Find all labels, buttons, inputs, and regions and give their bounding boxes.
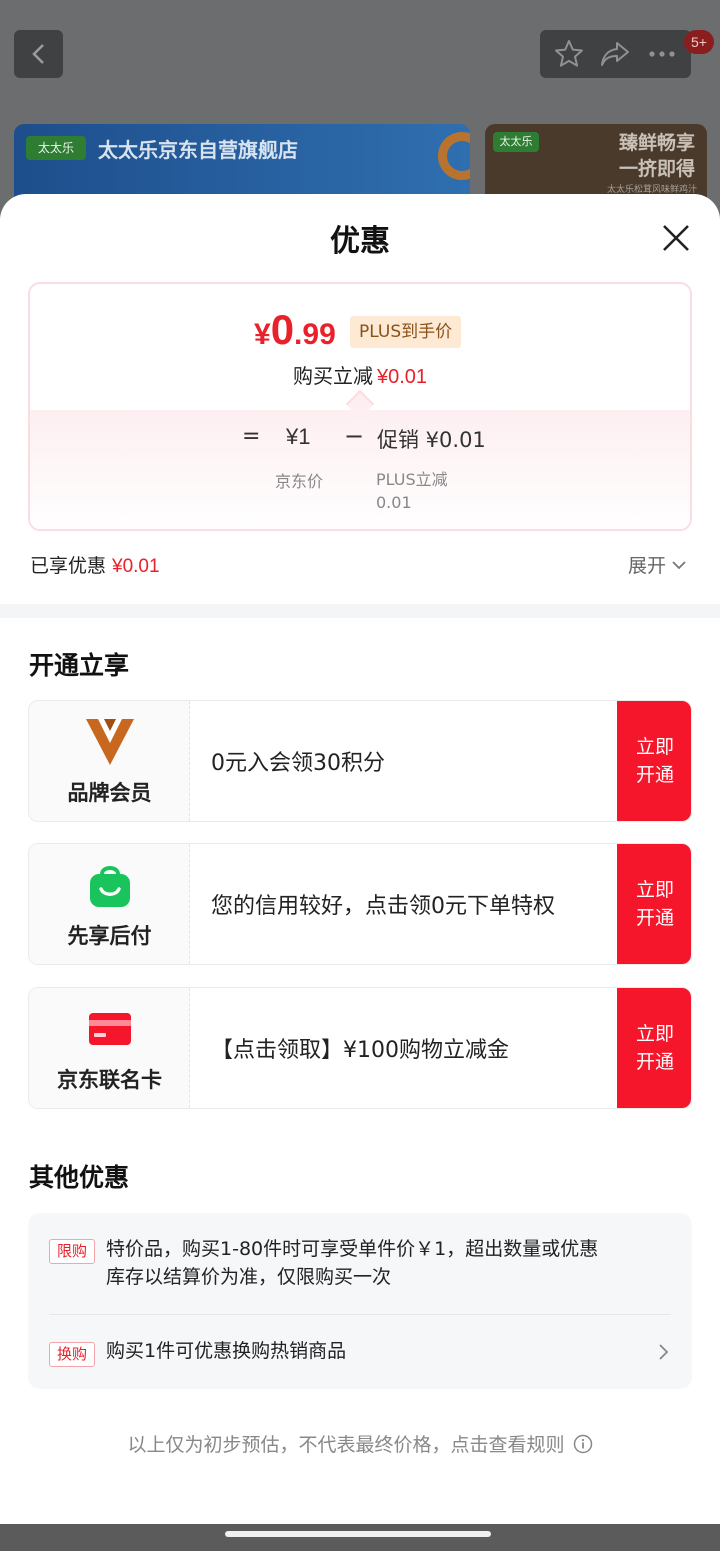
home-indicator[interactable] bbox=[225, 1531, 491, 1537]
other-discounts: 限购 特价品，购买1-80件时可享受单件价￥1，超出数量或优惠 库存以结算价为准，… bbox=[28, 1213, 692, 1389]
exchange-description[interactable]: 购买1件可优惠换购热销商品 bbox=[106, 1337, 346, 1365]
open-section-title: 开通立享 bbox=[29, 651, 130, 680]
card-name: 京东联名卡 bbox=[57, 1068, 162, 1092]
credit-card-icon bbox=[88, 1013, 131, 1045]
system-nav-bar bbox=[0, 1524, 720, 1551]
chevron-left-icon bbox=[31, 44, 44, 64]
minus-sign: − bbox=[344, 422, 365, 450]
price-breakdown-card: ¥0.99 PLUS到手价 购买立减 ¥0.01 = ¥1 − 促销 ¥0.01 … bbox=[28, 282, 692, 531]
more-icon[interactable] bbox=[646, 38, 678, 70]
star-icon[interactable] bbox=[553, 38, 585, 70]
card-description: 【点击领取】¥100购物立减金 bbox=[211, 1038, 509, 1063]
co-branded-card[interactable]: 京东联名卡 【点击领取】¥100购物立减金 立即 开通 bbox=[28, 987, 692, 1109]
final-price: ¥0.99 bbox=[254, 306, 336, 353]
promo-value: 促销 ¥0.01 bbox=[377, 428, 486, 452]
close-icon bbox=[663, 225, 689, 251]
close-button[interactable] bbox=[656, 218, 696, 258]
promo-headline: 臻鲜畅享 一挤即得 bbox=[618, 132, 695, 180]
card-name: 品牌会员 bbox=[67, 781, 152, 805]
jd-price-label: 京东价 bbox=[275, 472, 324, 491]
rules-footnote[interactable]: 以上仅为初步预估，不代表最终价格，点击查看规则 bbox=[0, 1430, 720, 1457]
message-count-badge: 5+ bbox=[684, 30, 714, 54]
enjoyed-discount: 已享优惠 ¥0.01 bbox=[30, 555, 160, 577]
share-icon[interactable] bbox=[599, 38, 631, 70]
promo-logo: 太太乐 bbox=[493, 132, 539, 152]
shopping-bag-icon bbox=[89, 866, 130, 907]
brand-member-icon bbox=[85, 719, 134, 765]
card-description: 您的信用较好，点击领0元下单特权 bbox=[211, 894, 555, 919]
limit-description: 特价品，购买1-80件时可享受单件价￥1，超出数量或优惠 库存以结算价为准，仅限购… bbox=[106, 1238, 599, 1288]
open-now-button[interactable]: 立即 开通 bbox=[617, 988, 691, 1108]
brand-member-card[interactable]: 品牌会员 0元入会领30积分 立即 开通 bbox=[28, 700, 692, 822]
expand-button[interactable]: 展开 bbox=[628, 551, 686, 578]
topbar-actions bbox=[540, 30, 691, 78]
store-logo: 太太乐 bbox=[26, 136, 86, 160]
section-divider bbox=[0, 604, 720, 618]
chevron-down-icon bbox=[672, 560, 686, 569]
open-now-button[interactable]: 立即 开通 bbox=[617, 844, 691, 964]
discount-sheet: 优惠 ¥0.99 PLUS到手价 购买立减 ¥0.01 = ¥1 − 促销 ¥0.… bbox=[0, 194, 720, 1524]
exchange-tag: 换购 bbox=[49, 1342, 95, 1367]
card-description: 0元入会领30积分 bbox=[211, 751, 385, 776]
plus-price-tag: PLUS到手价 bbox=[350, 316, 462, 348]
equals-sign: = bbox=[242, 424, 261, 449]
store-name: 太太乐京东自营旗舰店 bbox=[98, 138, 298, 162]
back-button[interactable] bbox=[14, 30, 63, 78]
card-name: 先享后付 bbox=[67, 924, 152, 948]
purchase-reduction: 购买立减 ¥0.01 bbox=[292, 364, 428, 388]
open-now-button[interactable]: 立即 开通 bbox=[617, 701, 691, 821]
info-icon bbox=[573, 1434, 592, 1453]
sheet-title: 优惠 bbox=[330, 224, 390, 259]
row-divider bbox=[49, 1314, 671, 1315]
lifebuoy-decoration bbox=[438, 132, 470, 180]
limit-tag: 限购 bbox=[49, 1239, 95, 1264]
other-section-title: 其他优惠 bbox=[29, 1163, 130, 1192]
chevron-right-icon[interactable] bbox=[656, 1343, 670, 1361]
pay-later-card[interactable]: 先享后付 您的信用较好，点击领0元下单特权 立即 开通 bbox=[28, 843, 692, 965]
price-formula: = ¥1 − 促销 ¥0.01 京东价 PLUS立减 0.01 bbox=[30, 410, 690, 529]
plus-reduce-label: PLUS立减 0.01 bbox=[376, 470, 448, 512]
jd-price-value: ¥1 bbox=[286, 424, 311, 449]
